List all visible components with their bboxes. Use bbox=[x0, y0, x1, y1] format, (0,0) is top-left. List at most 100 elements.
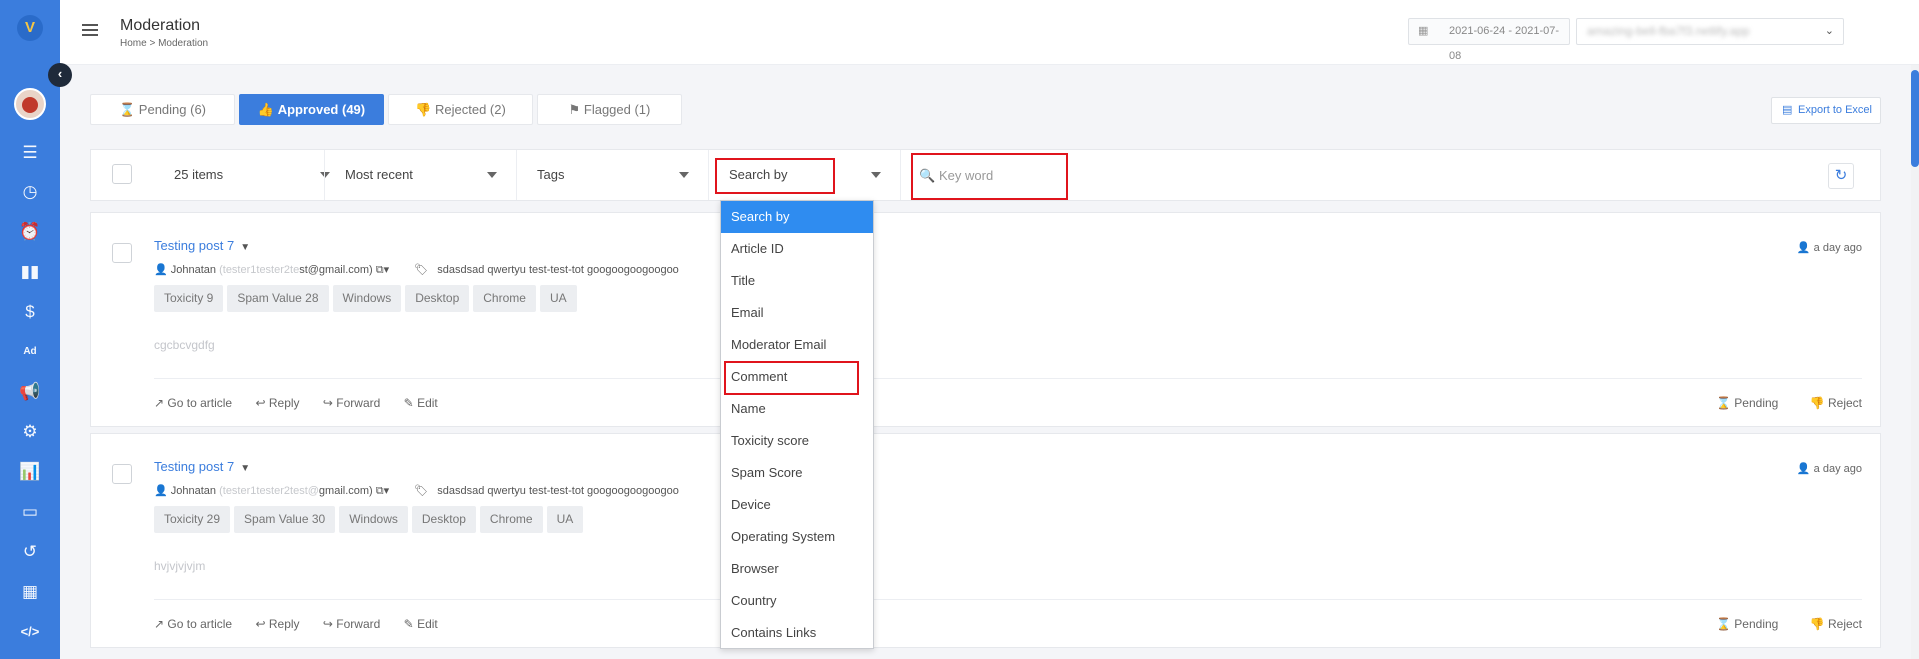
analytics-icon[interactable]: 📊 bbox=[18, 460, 42, 484]
dropdown-option-name[interactable]: Name bbox=[721, 393, 873, 425]
alarm-icon[interactable]: ⏰ bbox=[18, 220, 42, 244]
copy-icon[interactable]: ⧉ bbox=[376, 264, 384, 276]
tab-flagged[interactable]: ⚑ Flagged (1) bbox=[537, 94, 682, 125]
comment-tag-list: sdasdsad qwertyu test-test-tot googoogoo… bbox=[437, 485, 679, 497]
copy-icon[interactable]: ⧉ bbox=[376, 485, 384, 497]
reply-icon: ↩ bbox=[255, 617, 266, 631]
dropdown-option-device[interactable]: Device bbox=[721, 489, 873, 521]
moderation-actions: ⌛ Pending 👎 Reject bbox=[1688, 617, 1862, 631]
ad-icon[interactable]: Ad bbox=[18, 340, 42, 364]
export-to-excel-button[interactable]: ▤ Export to Excel bbox=[1771, 97, 1881, 124]
divider bbox=[154, 599, 1862, 600]
comment-article-title[interactable]: Testing post 7 ▼ bbox=[154, 459, 250, 474]
ad-icon-label: Ad bbox=[23, 346, 37, 357]
search-by-select[interactable]: Search by bbox=[708, 150, 900, 200]
comment-checkbox[interactable] bbox=[112, 464, 132, 484]
comment-article-title[interactable]: Testing post 7 ▼ bbox=[154, 238, 250, 253]
code-icon[interactable]: </> bbox=[18, 620, 42, 644]
site-select[interactable]: amazing-bell-fba7f3.netlify.app ⌄ bbox=[1576, 18, 1844, 45]
hamburger-icon[interactable] bbox=[82, 24, 98, 39]
comment-text: cgcbcvgdfg bbox=[154, 338, 215, 352]
go-to-article-button[interactable]: ↗ Go to article bbox=[154, 396, 232, 410]
edit-button[interactable]: ✎ Edit bbox=[404, 396, 438, 410]
clock-icon[interactable]: ◷ bbox=[18, 180, 42, 204]
dropdown-option-browser[interactable]: Browser bbox=[721, 553, 873, 585]
reject-button[interactable]: 👎 Reject bbox=[1810, 617, 1862, 631]
comment-email-prefix: (tester1tester2te bbox=[219, 264, 300, 276]
edit-button[interactable]: ✎ Edit bbox=[404, 617, 438, 631]
dropdown-option-comment[interactable]: Comment bbox=[721, 361, 873, 393]
dropdown-option-email[interactable]: Email bbox=[721, 297, 873, 329]
pending-button[interactable]: ⌛ Pending bbox=[1716, 617, 1778, 631]
forward-button[interactable]: ↪ Forward bbox=[323, 396, 380, 410]
spam-tag: Spam Value 28 bbox=[227, 285, 329, 312]
caret-down-icon[interactable]: ▾ bbox=[384, 264, 390, 276]
sort-select[interactable]: Most recent bbox=[324, 150, 516, 200]
export-label: Export to Excel bbox=[1798, 104, 1872, 116]
dropdown-option-title[interactable]: Title bbox=[721, 265, 873, 297]
pending-label: Pending bbox=[1734, 396, 1779, 410]
dollar-icon[interactable]: $ bbox=[18, 300, 42, 324]
list-icon[interactable]: ☰ bbox=[18, 141, 42, 165]
scrollbar[interactable] bbox=[1911, 65, 1919, 659]
refresh-button[interactable]: ↻ bbox=[1828, 163, 1854, 189]
megaphone-icon[interactable]: 📢 bbox=[18, 380, 42, 404]
date-range-picker[interactable]: ▦ 2021-06-24 - 2021-07-08 bbox=[1408, 18, 1570, 62]
dropdown-option-contains-links[interactable]: Contains Links bbox=[721, 617, 873, 649]
dropdown-option-operating-system[interactable]: Operating System bbox=[721, 521, 873, 553]
comment-card: Testing post 7 ▼ 👤 Johnatan (tester1teste… bbox=[90, 212, 1881, 427]
book-icon[interactable]: ▮▮ bbox=[18, 260, 42, 284]
date-range-value: 2021-06-24 - 2021-07-08 bbox=[1449, 25, 1560, 62]
history-icon[interactable]: ↺ bbox=[18, 540, 42, 564]
gear-icon[interactable]: ⚙ bbox=[18, 420, 42, 444]
user-clock-icon: 👤 bbox=[1796, 463, 1811, 475]
tab-pending[interactable]: ⌛ Pending (6) bbox=[90, 94, 235, 125]
reject-label: Reject bbox=[1827, 396, 1862, 410]
card-icon[interactable]: ▭ bbox=[18, 500, 42, 524]
comment-checkbox[interactable] bbox=[112, 243, 132, 263]
caret-down-icon bbox=[487, 172, 497, 178]
dropdown-option-toxicity-score[interactable]: Toxicity score bbox=[721, 425, 873, 457]
comment-time-text: a day ago bbox=[1813, 463, 1862, 475]
tags-select[interactable]: Tags bbox=[516, 150, 708, 200]
reject-button[interactable]: 👎 Reject bbox=[1810, 396, 1862, 410]
divider bbox=[154, 378, 1862, 379]
external-link-icon: ↗ bbox=[154, 396, 165, 410]
caret-down-icon[interactable]: ▼ bbox=[240, 463, 250, 474]
table-icon[interactable]: ▦ bbox=[18, 580, 42, 604]
dropdown-option-spam-score[interactable]: Spam Score bbox=[721, 457, 873, 489]
go-to-article-button[interactable]: ↗ Go to article bbox=[154, 617, 232, 631]
dropdown-option-search-by[interactable]: Search by bbox=[721, 201, 873, 233]
items-per-page-select[interactable]: 25 items bbox=[154, 150, 350, 200]
caret-down-icon[interactable]: ▾ bbox=[384, 485, 390, 497]
keyword-input[interactable]: 🔍 Key word bbox=[913, 159, 1069, 195]
keyword-cell: 🔍 Key word bbox=[900, 150, 1882, 200]
caret-down-icon[interactable]: ▼ bbox=[240, 242, 250, 253]
dropdown-option-country[interactable]: Country bbox=[721, 585, 873, 617]
reply-button[interactable]: ↩ Reply bbox=[255, 396, 299, 410]
forward-icon: ↪ bbox=[322, 617, 333, 631]
comment-author: Johnatan bbox=[170, 485, 217, 497]
thumbs-down-icon: 👎 bbox=[1809, 396, 1825, 410]
filter-bar: 25 items Most recent Tags Search by 🔍 Ke… bbox=[90, 149, 1881, 201]
collapse-sidebar-button[interactable]: ‹ bbox=[48, 63, 72, 87]
dropdown-option-article-id[interactable]: Article ID bbox=[721, 233, 873, 265]
tab-rejected[interactable]: 👎 Rejected (2) bbox=[388, 94, 533, 125]
search-by-value: Search by bbox=[729, 167, 788, 182]
avatar[interactable] bbox=[14, 88, 46, 120]
pending-button[interactable]: ⌛ Pending bbox=[1716, 396, 1778, 410]
app-logo[interactable]: V bbox=[17, 15, 43, 41]
select-all-checkbox[interactable] bbox=[112, 164, 132, 184]
comment-email-prefix: (tester1tester2test@ bbox=[219, 485, 319, 497]
os-tag: Windows bbox=[339, 506, 408, 533]
user-icon: 👤 bbox=[154, 485, 168, 497]
device-tag: Desktop bbox=[405, 285, 470, 312]
comment-meta: 👤 Johnatan (tester1tester2test@gmail.com… bbox=[154, 263, 679, 277]
scroll-thumb[interactable] bbox=[1911, 70, 1919, 167]
tab-approved[interactable]: 👍 Approved (49) bbox=[239, 94, 384, 125]
browser-tag: Chrome bbox=[479, 506, 543, 533]
forward-button[interactable]: ↪ Forward bbox=[323, 617, 380, 631]
reply-button[interactable]: ↩ Reply bbox=[255, 617, 299, 631]
country-tag: UA bbox=[546, 506, 584, 533]
dropdown-option-moderator-email[interactable]: Moderator Email bbox=[721, 329, 873, 361]
